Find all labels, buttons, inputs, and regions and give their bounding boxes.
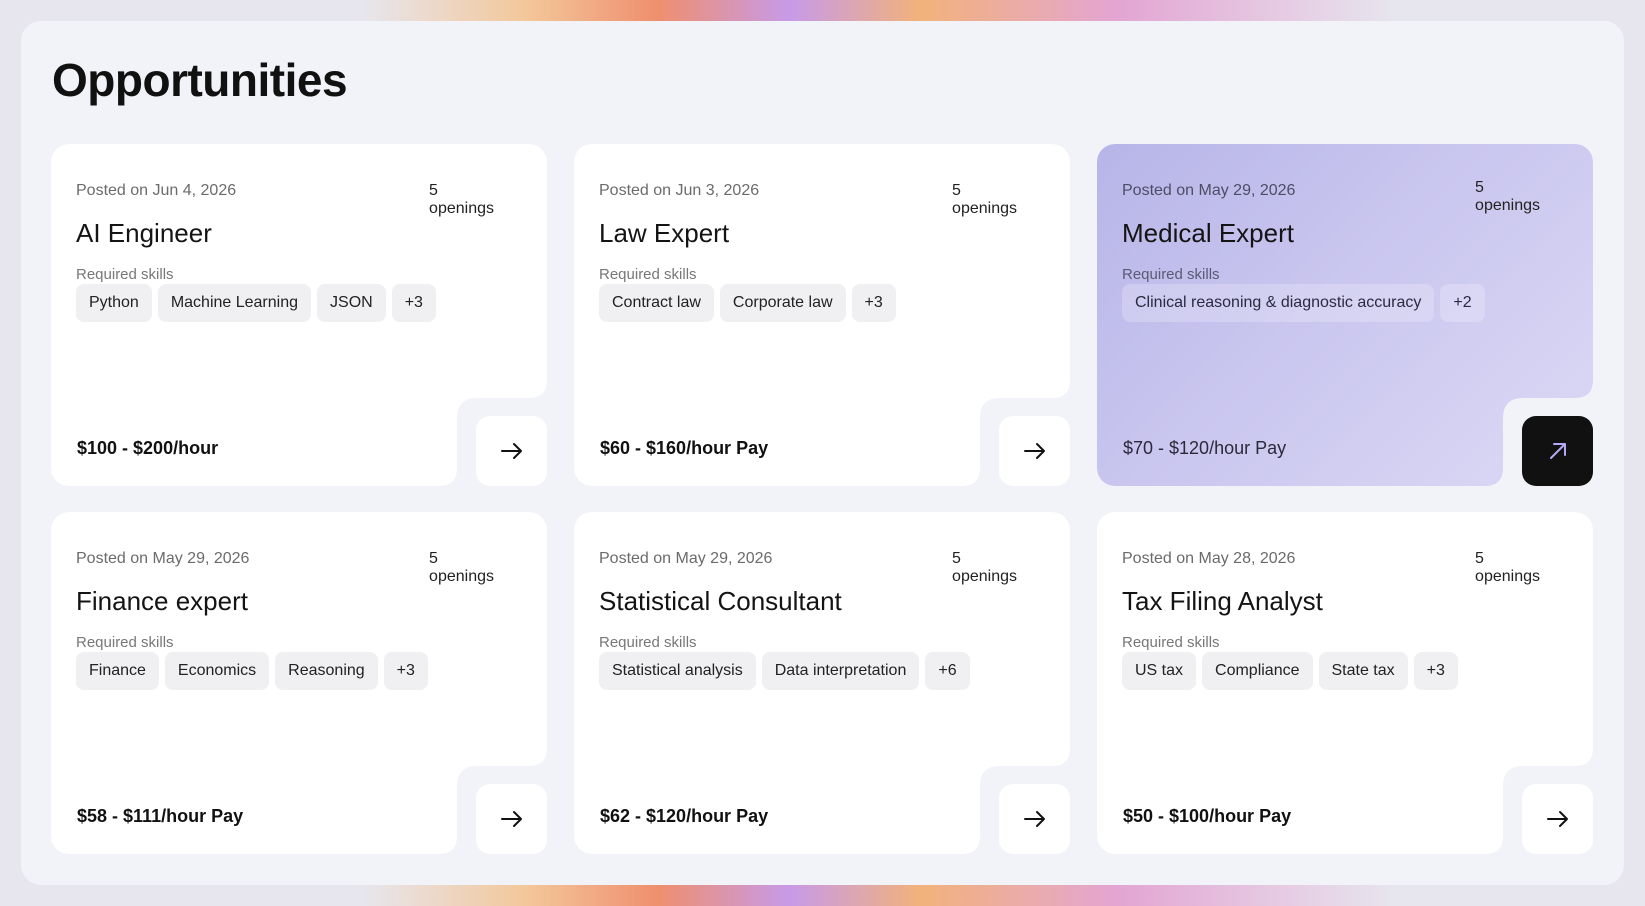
opportunity-card-medical-expert[interactable]: Posted on May 29, 2026 5 openings Medica… (1097, 144, 1593, 486)
skill-more-chip[interactable]: +2 (1440, 284, 1485, 322)
open-opportunity-button[interactable] (1522, 784, 1593, 854)
skills-label: Required skills (1122, 634, 1220, 651)
pay-range: $58 - $111/hour Pay (77, 806, 244, 826)
skill-chip: Corporate law (719, 284, 846, 322)
skills-label: Required skills (599, 266, 697, 283)
role-title: Tax Filing Analyst (1122, 586, 1323, 616)
posted-date: Posted on Jun 3, 2026 (599, 182, 760, 199)
skills-list: Clinical reasoning & diagnostic accuracy… (1122, 284, 1485, 322)
posted-date: Posted on May 29, 2026 (76, 550, 250, 567)
skill-chip: Statistical analysis (599, 652, 756, 690)
arrow-right-icon (1023, 811, 1045, 827)
skills-list: Statistical analysis Data interpretation… (599, 652, 970, 690)
skill-more-chip[interactable]: +3 (851, 284, 896, 322)
skill-chip: Reasoning (275, 652, 378, 690)
openings-count: 5 openings (429, 182, 494, 217)
role-title: Statistical Consultant (599, 586, 842, 616)
arrow-right-icon (1546, 811, 1568, 827)
posted-date: Posted on Jun 4, 2026 (76, 182, 237, 199)
opportunity-card-law-expert[interactable]: Posted on Jun 3, 2026 5 openings Law Exp… (574, 144, 1070, 486)
role-title: AI Engineer (76, 218, 212, 248)
opportunity-card-ai-engineer[interactable]: Posted on Jun 4, 2026 5 openings AI Engi… (51, 144, 547, 486)
openings-count: 5 openings (1475, 550, 1540, 585)
posted-date: Posted on May 29, 2026 (599, 550, 773, 567)
open-opportunity-button[interactable] (999, 416, 1070, 486)
openings-count: 5 openings (1475, 179, 1540, 214)
skill-more-chip[interactable]: +6 (925, 652, 970, 690)
open-opportunity-button[interactable] (476, 784, 547, 854)
posted-date: Posted on May 28, 2026 (1122, 550, 1296, 567)
page-title: Opportunities (52, 54, 348, 106)
role-title: Finance expert (76, 586, 248, 616)
skills-list: Finance Economics Reasoning +3 (76, 652, 428, 690)
open-opportunity-button[interactable] (999, 784, 1070, 854)
skill-chip: Finance (76, 652, 159, 690)
skills-label: Required skills (599, 634, 697, 651)
role-title: Medical Expert (1122, 218, 1294, 248)
arrow-right-icon (500, 811, 522, 827)
skills-list: Contract law Corporate law +3 (599, 284, 896, 322)
skill-chip: Clinical reasoning & diagnostic accuracy (1122, 284, 1435, 322)
opportunities-panel: Opportunities Posted on Jun 4, 2026 5 op… (21, 21, 1624, 885)
skills-label: Required skills (76, 634, 174, 651)
opportunity-card-tax-filing-analyst[interactable]: Posted on May 28, 2026 5 openings Tax Fi… (1097, 512, 1593, 854)
opportunity-card-statistical-consultant[interactable]: Posted on May 29, 2026 5 openings Statis… (574, 512, 1070, 854)
pay-range: $62 - $120/hour Pay (600, 806, 769, 826)
arrow-up-right-icon (1549, 443, 1566, 459)
arrow-right-icon (1023, 443, 1045, 459)
pay-range: $50 - $100/hour Pay (1123, 806, 1292, 826)
skills-label: Required skills (1122, 266, 1220, 283)
skill-chip: Economics (164, 652, 270, 690)
skills-list: US tax Compliance State tax +3 (1122, 652, 1458, 690)
openings-count: 5 openings (952, 550, 1017, 585)
skill-chip: Data interpretation (761, 652, 920, 690)
skill-chip: Contract law (599, 284, 714, 322)
skill-chip: Machine Learning (157, 284, 312, 322)
pay-range: $70 - $120/hour Pay (1123, 438, 1287, 458)
open-opportunity-button[interactable] (1522, 416, 1593, 486)
skill-chip: JSON (317, 284, 386, 322)
skills-label: Required skills (76, 266, 174, 283)
arrow-right-icon (500, 443, 522, 459)
skill-chip: US tax (1122, 652, 1197, 690)
skill-more-chip[interactable]: +3 (383, 652, 428, 690)
pay-range: $60 - $160/hour Pay (600, 438, 769, 458)
skill-chip: State tax (1318, 652, 1408, 690)
skill-chip: Python (76, 284, 152, 322)
openings-count: 5 openings (429, 550, 494, 585)
opportunity-card-finance-expert[interactable]: Posted on May 29, 2026 5 openings Financ… (51, 512, 547, 854)
posted-date: Posted on May 29, 2026 (1122, 182, 1296, 199)
open-opportunity-button[interactable] (476, 416, 547, 486)
role-title: Law Expert (599, 218, 730, 248)
skill-more-chip[interactable]: +3 (391, 284, 436, 322)
pay-range: $100 - $200/hour (77, 438, 219, 458)
skill-more-chip[interactable]: +3 (1413, 652, 1458, 690)
openings-count: 5 openings (952, 182, 1017, 217)
skill-chip: Compliance (1202, 652, 1313, 690)
skills-list: Python Machine Learning JSON +3 (76, 284, 436, 322)
